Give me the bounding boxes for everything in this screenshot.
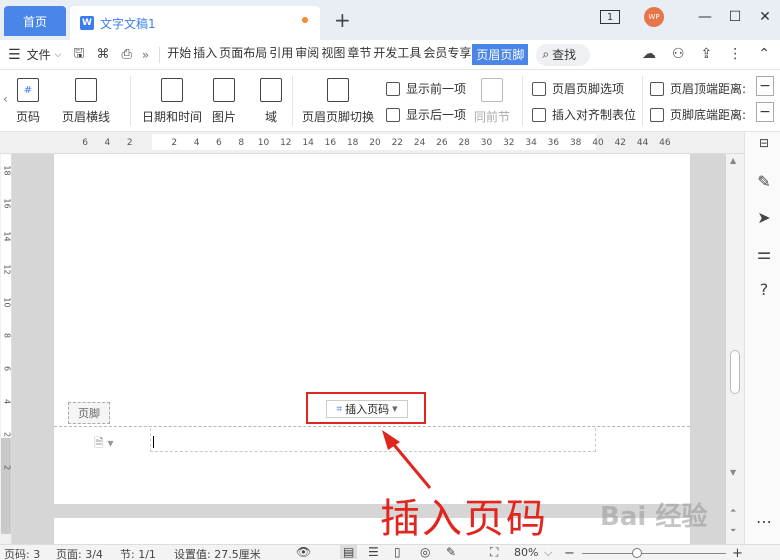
settings-sliders-icon[interactable]: ⚌: [755, 244, 773, 263]
pen-icon[interactable]: ✎: [755, 172, 773, 191]
write-mode-icon[interactable]: ✎: [446, 545, 456, 559]
status-bar: 页码: 3 页面: 3/4 节: 1/1 设置值: 27.5厘米 👁 ▤ ☰ ▯…: [0, 544, 780, 560]
status-pages[interactable]: 页面: 3/4: [56, 546, 103, 560]
cursor-icon[interactable]: ➤: [755, 208, 773, 227]
scroll-down-icon[interactable]: ▼: [730, 468, 736, 477]
watermark: Bai 经验: [600, 502, 708, 532]
fit-page-icon[interactable]: ⛶: [490, 545, 498, 560]
sidebar-toggle-icon[interactable]: ⊟: [755, 136, 773, 150]
prev-page-icon[interactable]: ⏶: [730, 506, 736, 516]
zoom-slider-track[interactable]: [582, 553, 726, 554]
outline-view-icon[interactable]: ☰: [368, 545, 379, 559]
scroll-up-icon[interactable]: ▲: [730, 156, 736, 165]
annotation-arrow-icon: [382, 430, 432, 489]
right-sidebar: ⊟ ✎ ➤ ⚌ ? ⋯: [744, 132, 780, 544]
zoom-slider-knob[interactable]: [632, 548, 642, 558]
web-view-icon[interactable]: ◎: [420, 545, 430, 559]
zoom-level[interactable]: 80%: [514, 546, 538, 559]
zoom-dropdown-icon[interactable]: ⌵: [544, 546, 552, 560]
zoom-out-button[interactable]: −: [564, 546, 575, 560]
status-setting-value[interactable]: 设置值: 27.5厘米: [174, 546, 261, 560]
status-section[interactable]: 节: 1/1: [120, 546, 156, 560]
help-icon[interactable]: ?: [755, 280, 773, 299]
scrollbar-thumb[interactable]: [730, 350, 740, 394]
next-page-icon[interactable]: ⏷: [730, 526, 736, 536]
annotation-text: 插入页码: [380, 496, 548, 542]
vertical-scrollbar[interactable]: ▲ ▼ ⏶ ⏷: [726, 154, 744, 544]
status-page-number[interactable]: 页码: 3: [4, 546, 40, 560]
more-icon[interactable]: ⋯: [755, 512, 773, 531]
reading-view-icon[interactable]: ▯: [394, 545, 401, 559]
page-view-icon[interactable]: ▤: [340, 545, 358, 559]
eye-icon[interactable]: 👁: [296, 545, 311, 559]
zoom-in-button[interactable]: +: [732, 546, 743, 560]
